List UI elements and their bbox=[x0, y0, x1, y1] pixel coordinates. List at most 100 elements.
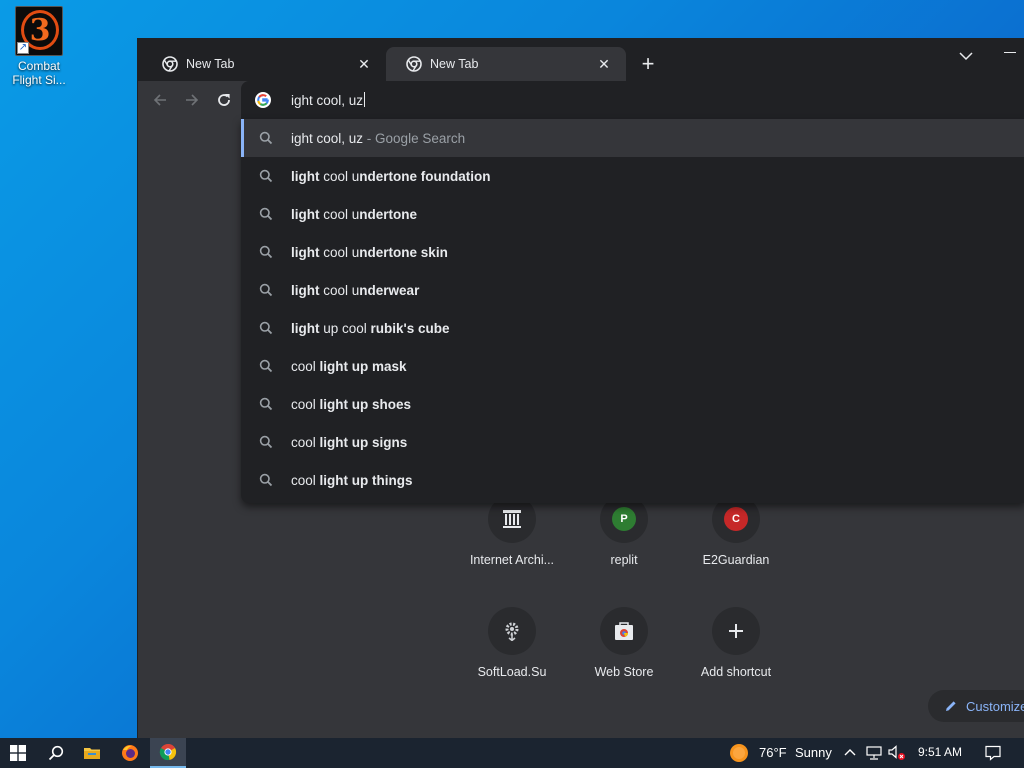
suggestion-item[interactable]: light cool undertone foundation bbox=[241, 157, 1024, 195]
suggestion-item[interactable]: cool light up mask bbox=[241, 347, 1024, 385]
shortcut-tile[interactable]: SoftLoad.Su bbox=[456, 607, 568, 719]
chrome-taskbar-button[interactable] bbox=[150, 738, 186, 768]
network-button[interactable] bbox=[864, 738, 884, 768]
tab-new-tab-2[interactable]: New Tab ✕ bbox=[386, 47, 626, 81]
search-icon bbox=[259, 321, 273, 335]
google-icon bbox=[255, 92, 271, 108]
tray-overflow-button[interactable] bbox=[842, 738, 858, 768]
suggestion-text-part: light up mask bbox=[319, 358, 407, 374]
webstore-icon bbox=[615, 622, 633, 640]
folder-icon bbox=[84, 748, 100, 759]
start-button[interactable] bbox=[0, 738, 36, 768]
shortcut-icon-circle bbox=[488, 607, 536, 655]
address-bar[interactable]: ight cool, uz bbox=[241, 81, 1024, 119]
archive-icon bbox=[503, 510, 521, 528]
suggestion-item[interactable]: light up cool rubik's cube bbox=[241, 309, 1024, 347]
tab-title: New Tab bbox=[186, 57, 235, 71]
suggestion-item[interactable]: cool light up signs bbox=[241, 423, 1024, 461]
suggestion-text: light cool undertone bbox=[291, 207, 417, 222]
omnibox-suggestions: ight cool, uz - Google Search light cool… bbox=[241, 119, 1024, 503]
shortcut-name: replit bbox=[610, 553, 638, 567]
network-icon bbox=[866, 746, 882, 760]
suggestion-text-part: cool bbox=[319, 168, 352, 184]
suggestion-text-part: cool bbox=[319, 282, 352, 298]
shortcut-tile[interactable]: Internet Archi... bbox=[456, 495, 568, 607]
tab-new-tab-1[interactable]: New Tab ✕ bbox=[142, 47, 386, 81]
suggestion-text-part: light up signs bbox=[319, 434, 408, 450]
suggestion-text-part: light bbox=[291, 320, 320, 336]
shortcut-tile[interactable]: C E2Guardian bbox=[680, 495, 792, 607]
letter-badge-icon: C bbox=[724, 507, 748, 531]
forward-arrow-icon bbox=[186, 94, 199, 106]
forward-button[interactable] bbox=[180, 88, 204, 112]
shortcut-name: Web Store bbox=[594, 665, 654, 679]
clock[interactable]: 9:51 AM bbox=[918, 745, 962, 759]
letter-badge-icon: P bbox=[612, 507, 636, 531]
weather-widget[interactable] bbox=[728, 738, 750, 768]
address-input-value: ight cool, uz bbox=[291, 93, 364, 108]
suggestion-item[interactable]: light cool undertone skin bbox=[241, 233, 1024, 271]
suggestion-suffix: - Google Search bbox=[363, 130, 466, 146]
shortcut-name: SoftLoad.Su bbox=[477, 665, 547, 679]
address-input[interactable]: ight cool, uz bbox=[291, 92, 366, 108]
firefox-button[interactable] bbox=[112, 738, 148, 768]
weather-condition[interactable]: Sunny bbox=[795, 745, 832, 760]
search-button[interactable] bbox=[38, 738, 74, 768]
desktop-icon-label: Combat Flight Si... bbox=[12, 59, 66, 87]
search-icon bbox=[259, 473, 273, 487]
chrome-icon bbox=[406, 56, 422, 72]
text-caret bbox=[364, 92, 366, 107]
suggestion-text-part: ndertone bbox=[359, 206, 418, 222]
chevron-down-icon[interactable] bbox=[956, 46, 976, 66]
suggestion-text: light cool underwear bbox=[291, 283, 419, 298]
volume-button[interactable] bbox=[886, 738, 908, 768]
suggestion-item[interactable]: cool light up shoes bbox=[241, 385, 1024, 423]
suggestion-text-part: cool bbox=[291, 434, 320, 450]
shortcut-tile[interactable]: Add shortcut bbox=[680, 607, 792, 719]
suggestion-text-part: cool bbox=[319, 244, 352, 260]
suggestion-text: cool light up signs bbox=[291, 435, 407, 450]
close-tab-icon[interactable]: ✕ bbox=[596, 56, 612, 72]
notifications-button[interactable] bbox=[978, 738, 1008, 768]
search-icon bbox=[48, 745, 64, 761]
suggestion-item[interactable]: light cool underwear bbox=[241, 271, 1024, 309]
suggestion-text-part: light bbox=[291, 168, 320, 184]
shortcut-tile[interactable]: Preplit bbox=[568, 495, 680, 607]
volume-muted-icon bbox=[888, 745, 905, 760]
suggestion-text-part: cool bbox=[291, 472, 320, 488]
windows-icon bbox=[10, 745, 26, 761]
weather-temp[interactable]: 76°F bbox=[759, 745, 787, 760]
suggestion-query: ight cool, uz bbox=[291, 130, 364, 146]
suggestion-item[interactable]: ight cool, uz - Google Search bbox=[241, 119, 1024, 157]
chrome-icon bbox=[162, 56, 178, 72]
desktop-icon-combat-flight-sim[interactable]: 3 ↗ Combat Flight Si... bbox=[8, 6, 70, 87]
suggestion-text-part: cool bbox=[291, 358, 320, 374]
customize-button[interactable]: Customize bbox=[928, 690, 1024, 722]
suggestion-item[interactable]: cool light up things bbox=[241, 461, 1024, 499]
new-tab-button[interactable]: + bbox=[636, 53, 660, 77]
suggestion-text: cool light up shoes bbox=[291, 397, 411, 412]
suggestion-text-part: cool bbox=[319, 206, 352, 222]
suggestion-text: cool light up things bbox=[291, 473, 413, 488]
search-icon bbox=[259, 397, 273, 411]
suggestion-item[interactable]: light cool undertone bbox=[241, 195, 1024, 233]
tab-title: New Tab bbox=[430, 57, 479, 71]
suggestion-text-part: ndertone skin bbox=[359, 244, 448, 260]
sun-icon bbox=[730, 744, 748, 762]
suggestion-text-part: rubik's cube bbox=[370, 320, 450, 336]
search-icon bbox=[259, 207, 273, 221]
tab-strip: New Tab ✕ New Tab ✕ + bbox=[138, 39, 1024, 81]
shortcut-icon-circle bbox=[712, 607, 760, 655]
search-icon bbox=[259, 169, 273, 183]
minimize-button[interactable] bbox=[1004, 52, 1016, 53]
suggestion-text-part: light bbox=[291, 282, 320, 298]
file-explorer-button[interactable] bbox=[74, 738, 110, 768]
close-tab-icon[interactable]: ✕ bbox=[356, 56, 372, 72]
reload-button[interactable] bbox=[212, 88, 236, 112]
back-button[interactable] bbox=[148, 88, 172, 112]
taskbar: 76°F Sunny 9:51 AM bbox=[0, 738, 1024, 768]
search-icon bbox=[259, 245, 273, 259]
browser-window: New Tab ✕ New Tab ✕ + ight cool, uz Inte… bbox=[137, 38, 1024, 738]
shortcut-tile[interactable]: Web Store bbox=[568, 607, 680, 719]
chevron-up-icon bbox=[844, 749, 856, 756]
